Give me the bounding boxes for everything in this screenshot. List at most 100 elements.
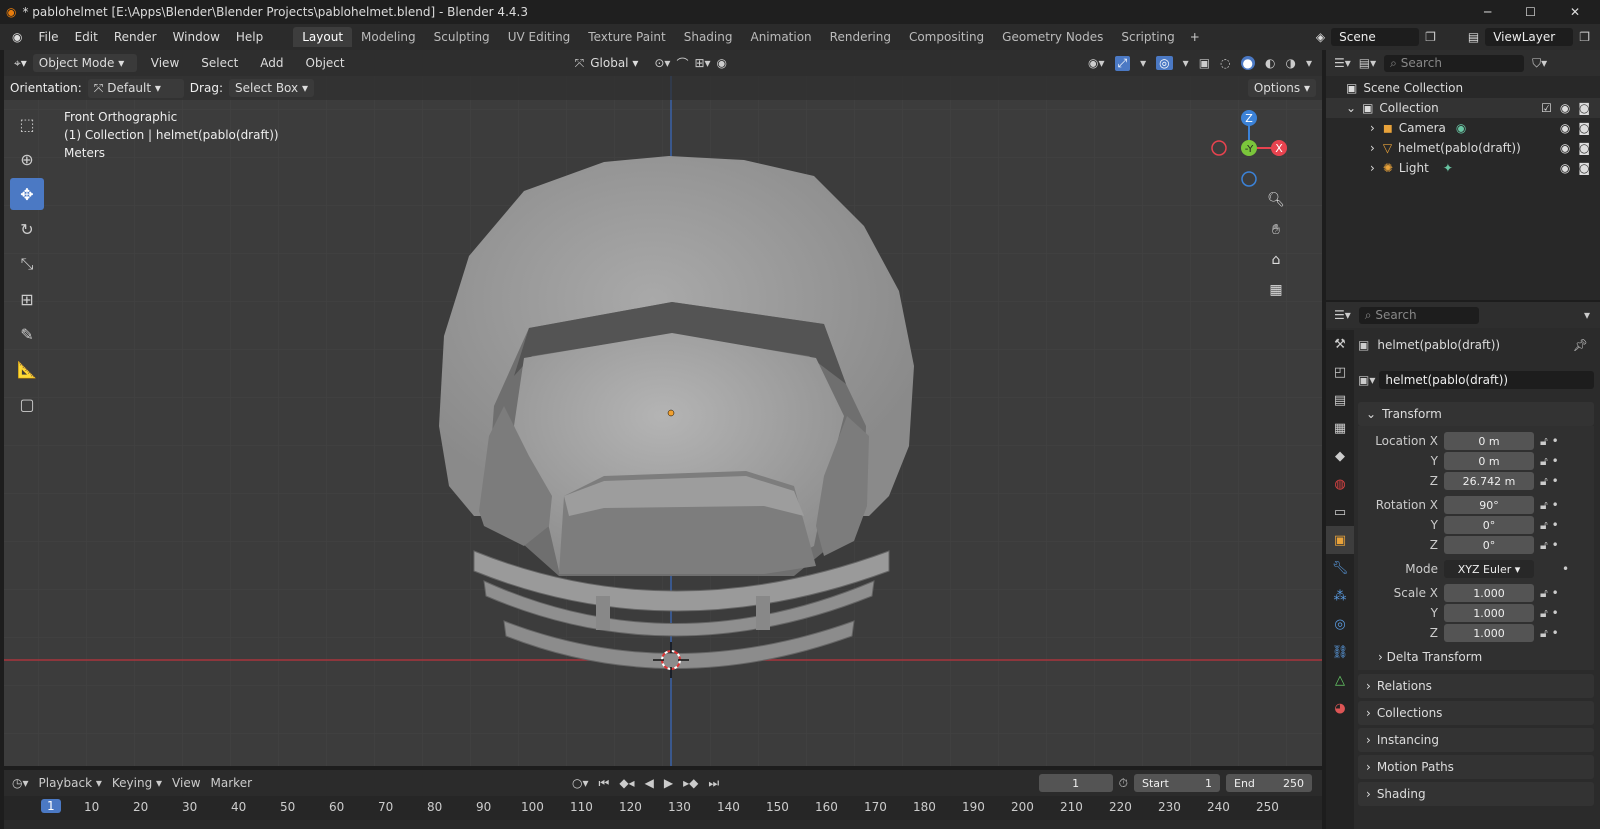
menu-file[interactable]: File xyxy=(30,30,66,44)
prev-keyframe-icon[interactable]: ◆◂ xyxy=(619,776,634,790)
maximize-icon[interactable]: ☐ xyxy=(1525,5,1536,19)
current-frame-field[interactable]: 1 xyxy=(1038,774,1113,792)
expand-chevron-icon[interactable]: › xyxy=(1370,161,1375,175)
annotate-tool-icon[interactable]: ✎ xyxy=(10,318,44,350)
proportional-edit-icon[interactable]: ◉ xyxy=(717,56,727,70)
tab-modeling[interactable]: Modeling xyxy=(352,27,425,47)
properties-options-icon[interactable]: ▾ xyxy=(1584,308,1600,322)
neg-z-axis-handle[interactable] xyxy=(1241,171,1257,187)
lock-icon[interactable]: 🔓︎ • xyxy=(1540,454,1580,469)
overlay-icon[interactable]: ◎ xyxy=(1156,56,1173,70)
transform-panel-header[interactable]: ⌄ Transform xyxy=(1358,402,1594,426)
object-tab-icon[interactable]: ▣ xyxy=(1326,526,1354,554)
scene-tab-icon[interactable]: ◆ xyxy=(1326,442,1354,470)
cursor-tool-icon[interactable]: ⊕ xyxy=(10,143,44,175)
rotation-y-field[interactable]: 0° xyxy=(1444,516,1534,534)
particles-tab-icon[interactable]: ⁂ xyxy=(1326,582,1354,610)
mode-selector[interactable]: Object Mode ▾ xyxy=(32,54,137,72)
tab-uv-editing[interactable]: UV Editing xyxy=(499,27,580,47)
timeline-menu-keying[interactable]: Keying ▾ xyxy=(112,776,162,790)
solid-shading-icon[interactable]: ● xyxy=(1240,56,1255,70)
start-frame-field[interactable]: Start 1 xyxy=(1134,774,1220,792)
outliner-search-field[interactable]: ⌕ Search xyxy=(1384,54,1525,72)
constraints-tab-icon[interactable]: ⛓ xyxy=(1326,638,1354,666)
material-shading-icon[interactable]: ◐ xyxy=(1265,56,1275,70)
eye-icon[interactable]: ◉ xyxy=(1560,161,1570,175)
viewport-menu-view[interactable]: View xyxy=(143,56,187,70)
rotation-mode-dropdown[interactable]: XYZ Euler ▾ xyxy=(1444,560,1534,578)
rendered-shading-icon[interactable]: ◑ xyxy=(1285,56,1295,70)
3d-viewport[interactable]: Orientation: ⤧ Default ▾ Drag: Select Bo… xyxy=(4,76,1322,766)
tab-sculpting[interactable]: Sculpting xyxy=(425,27,499,47)
collections-panel-header[interactable]: › Collections xyxy=(1358,701,1594,725)
zoom-icon[interactable]: 🔍︎ xyxy=(1262,186,1290,214)
scale-x-field[interactable]: 1.000 xyxy=(1444,584,1534,602)
expand-chevron-icon[interactable]: › xyxy=(1370,141,1375,155)
delta-transform-subpanel[interactable]: › Delta Transform xyxy=(1378,650,1594,664)
material-tab-icon[interactable]: ◕ xyxy=(1326,694,1354,722)
pan-hand-icon[interactable]: ✋︎ xyxy=(1262,216,1290,244)
wireframe-shading-icon[interactable]: ◌ xyxy=(1220,56,1230,70)
timeline-menu-marker[interactable]: Marker xyxy=(211,776,252,790)
view-layer-selector[interactable]: ViewLayer xyxy=(1485,28,1574,46)
visibility-icon[interactable]: ◉▾ xyxy=(1088,56,1105,70)
tab-texture-paint[interactable]: Texture Paint xyxy=(579,27,674,47)
tab-rendering[interactable]: Rendering xyxy=(821,27,900,47)
snap-icon[interactable]: ⌒ xyxy=(676,55,688,72)
overlay-dropdown-icon[interactable]: ▾ xyxy=(1183,56,1189,70)
menu-edit[interactable]: Edit xyxy=(67,30,106,44)
viewport-menu-object[interactable]: Object xyxy=(298,56,353,70)
scale-y-field[interactable]: 1.000 xyxy=(1444,604,1534,622)
select-box-tool-icon[interactable]: ⬚ xyxy=(10,108,44,140)
object-name-field[interactable]: helmet(pablo(draft)) xyxy=(1379,371,1594,389)
gizmo-dropdown-icon[interactable]: ▾ xyxy=(1140,56,1146,70)
render-camera-icon[interactable]: ◙ xyxy=(1578,141,1590,155)
neg-x-axis-handle[interactable] xyxy=(1211,140,1227,156)
instancing-panel-header[interactable]: › Instancing xyxy=(1358,728,1594,752)
close-icon[interactable]: ✕ xyxy=(1570,5,1580,19)
motion-paths-panel-header[interactable]: › Motion Paths xyxy=(1358,755,1594,779)
tab-scripting[interactable]: Scripting xyxy=(1112,27,1183,47)
tab-shading[interactable]: Shading xyxy=(675,27,742,47)
outliner-editor-icon[interactable]: ☰▾ xyxy=(1334,56,1351,70)
pin-icon[interactable]: 📌︎ xyxy=(1573,338,1594,352)
scale-tool-icon[interactable]: ⤡ xyxy=(10,248,44,280)
viewport-canvas[interactable] xyxy=(4,76,1322,766)
properties-editor-icon[interactable]: ☰▾ xyxy=(1334,308,1351,322)
scene-selector[interactable]: Scene xyxy=(1331,28,1420,46)
expand-chevron-icon[interactable]: ⌄ xyxy=(1346,101,1356,115)
render-camera-icon[interactable]: ◙ xyxy=(1578,161,1590,175)
object-browse-icon[interactable]: ▣▾ xyxy=(1358,373,1375,387)
lock-icon[interactable]: 🔓︎ • xyxy=(1540,626,1580,641)
menu-render[interactable]: Render xyxy=(106,30,165,44)
eye-icon[interactable]: ◉ xyxy=(1560,101,1570,115)
snap-target-icon[interactable]: ⊞▾ xyxy=(694,56,710,70)
outliner-item-helmet[interactable]: › ▽ helmet(pablo(draft)) ◉ ◙ xyxy=(1326,138,1600,158)
rotation-z-field[interactable]: 0° xyxy=(1444,536,1534,554)
eye-icon[interactable]: ◉ xyxy=(1560,141,1570,155)
auto-keying-icon[interactable]: ○▾ xyxy=(572,776,589,790)
lock-icon[interactable]: 🔓︎ • xyxy=(1540,498,1580,513)
shading-panel-header[interactable]: › Shading xyxy=(1358,782,1594,806)
pivot-icon[interactable]: ⊙▾ xyxy=(654,56,670,70)
outliner-item-scene-collection[interactable]: ▣ Scene Collection xyxy=(1326,78,1600,98)
viewport-menu-select[interactable]: Select xyxy=(193,56,246,70)
timeline-menu-view[interactable]: View xyxy=(172,776,200,790)
next-keyframe-icon[interactable]: ▸◆ xyxy=(683,776,698,790)
jump-start-icon[interactable]: ⏮ xyxy=(599,776,610,791)
output-tab-icon[interactable]: ▤ xyxy=(1326,386,1354,414)
blender-menu-icon[interactable]: ◉ xyxy=(0,30,30,44)
options-button[interactable]: Options ▾ xyxy=(1247,79,1316,97)
ortho-toggle-icon[interactable]: ▦ xyxy=(1262,276,1290,304)
scale-z-field[interactable]: 1.000 xyxy=(1444,624,1534,642)
tab-layout[interactable]: Layout xyxy=(293,27,353,47)
lock-icon[interactable]: 🔓︎ • xyxy=(1540,474,1580,489)
navigation-gizmo[interactable]: Z X -Y xyxy=(1204,106,1294,196)
data-tab-icon[interactable]: △ xyxy=(1326,666,1354,694)
outliner-item-camera[interactable]: › ◼ Camera ◉ ◉ ◙ xyxy=(1326,118,1600,138)
play-icon[interactable]: ▶ xyxy=(664,776,673,790)
new-scene-icon[interactable]: ❐ xyxy=(1425,30,1436,44)
eye-icon[interactable]: ◉ xyxy=(1560,121,1570,135)
viewport-menu-add[interactable]: Add xyxy=(252,56,291,70)
render-tab-icon[interactable]: ◰ xyxy=(1326,358,1354,386)
